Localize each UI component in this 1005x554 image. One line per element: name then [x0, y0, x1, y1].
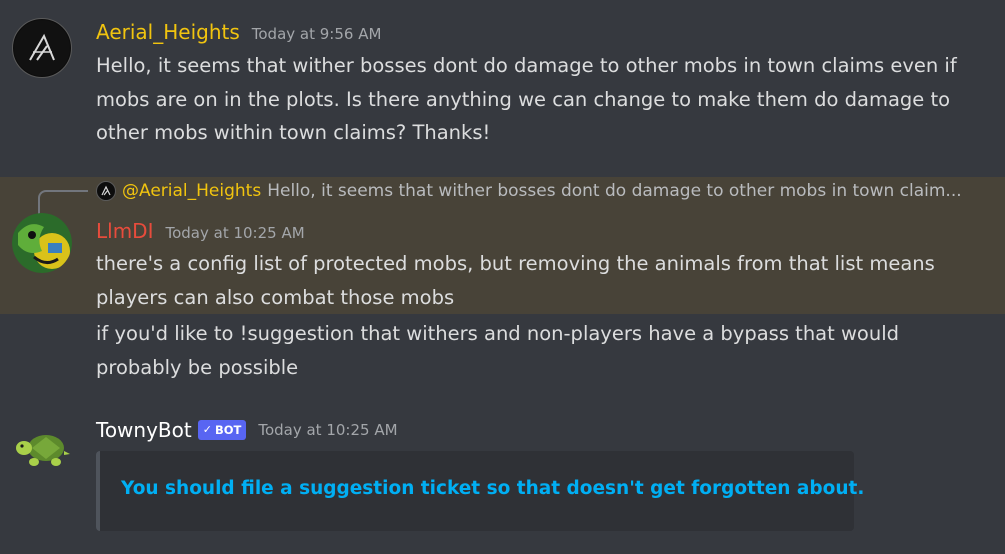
message-header: Aerial_Heights Today at 9:56 AM	[96, 20, 381, 44]
reply-author[interactable]: @Aerial_Heights	[122, 181, 261, 201]
avatar[interactable]	[12, 213, 72, 273]
wing-logo-icon	[14, 20, 70, 76]
message-continuation: if you'd like to !suggestion that wither…	[0, 314, 1005, 390]
bot-tag-label: BOT	[214, 423, 242, 437]
reply-avatar	[96, 181, 116, 201]
message-aerial-heights: Aerial_Heights Today at 9:56 AM Hello, i…	[0, 0, 1005, 170]
reply-spine	[38, 190, 88, 215]
message-townybot: TownyBot ✓ BOT Today at 10:25 AM You sho…	[0, 400, 1005, 554]
timestamp[interactable]: Today at 10:25 AM	[258, 421, 397, 439]
message-content: if you'd like to !suggestion that wither…	[96, 322, 900, 379]
chat-messages: Aerial_Heights Today at 9:56 AM Hello, i…	[0, 0, 1005, 554]
message-header: LlmDI Today at 10:25 AM	[96, 219, 305, 243]
green-creature-avatar	[12, 213, 72, 273]
message-header: TownyBot ✓ BOT Today at 10:25 AM	[96, 418, 398, 442]
username[interactable]: TownyBot	[96, 418, 192, 442]
reply-text[interactable]: Hello, it seems that wither bosses dont …	[267, 181, 961, 201]
avatar[interactable]	[12, 418, 72, 478]
bot-badge: ✓ BOT	[197, 420, 247, 440]
message-content: Hello, it seems that wither bosses dont …	[96, 54, 957, 144]
avatar[interactable]	[12, 18, 72, 78]
message-content: there's a config list of protected mobs,…	[96, 252, 935, 309]
timestamp[interactable]: Today at 9:56 AM	[252, 25, 382, 43]
verified-check-icon: ✓	[202, 423, 212, 436]
username[interactable]: LlmDI	[96, 219, 153, 243]
turtle-icon	[16, 435, 70, 466]
embed: You should file a suggestion ticket so t…	[96, 451, 864, 531]
timestamp[interactable]: Today at 10:25 AM	[165, 224, 304, 242]
wing-logo-icon	[101, 185, 111, 196]
message-llmdi: @Aerial_Heights Hello, it seems that wit…	[0, 177, 1005, 314]
reply-preview[interactable]: @Aerial_Heights Hello, it seems that wit…	[96, 181, 996, 201]
username[interactable]: Aerial_Heights	[96, 20, 240, 44]
embed-title: You should file a suggestion ticket so t…	[121, 478, 865, 499]
